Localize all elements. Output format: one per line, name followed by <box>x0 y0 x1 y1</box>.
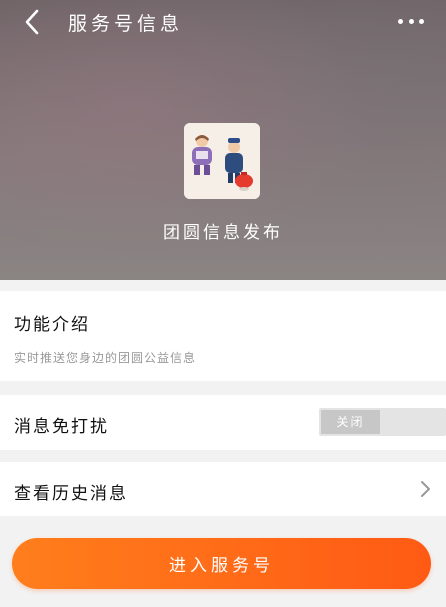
history-messages-row[interactable]: 查看历史消息 <box>0 462 446 516</box>
page-title: 服务号信息 <box>68 13 184 35</box>
more-dots-icon[interactable] <box>398 15 424 27</box>
do-not-disturb-label: 消息免打扰 <box>14 417 109 437</box>
account-avatar <box>184 123 260 199</box>
intro-section: 功能介绍 实时推送您身边的团圆公益信息 <box>0 291 446 381</box>
enter-account-button[interactable]: 进入服务号 <box>12 538 431 589</box>
do-not-disturb-row: 消息免打扰 关闭 <box>0 395 446 450</box>
back-chevron-icon[interactable] <box>22 8 46 36</box>
history-messages-label: 查看历史消息 <box>14 484 128 504</box>
chevron-right-icon <box>418 478 432 500</box>
intro-description: 实时推送您身边的团圆公益信息 <box>14 351 197 365</box>
toggle-state-label: 关闭 <box>321 410 380 434</box>
header-background: 服务号信息 团圆信息发布 <box>0 0 446 280</box>
account-name: 团圆信息发布 <box>163 223 283 243</box>
do-not-disturb-toggle[interactable]: 关闭 <box>319 408 446 436</box>
top-bar: 服务号信息 <box>0 0 446 44</box>
intro-title: 功能介绍 <box>14 315 90 335</box>
